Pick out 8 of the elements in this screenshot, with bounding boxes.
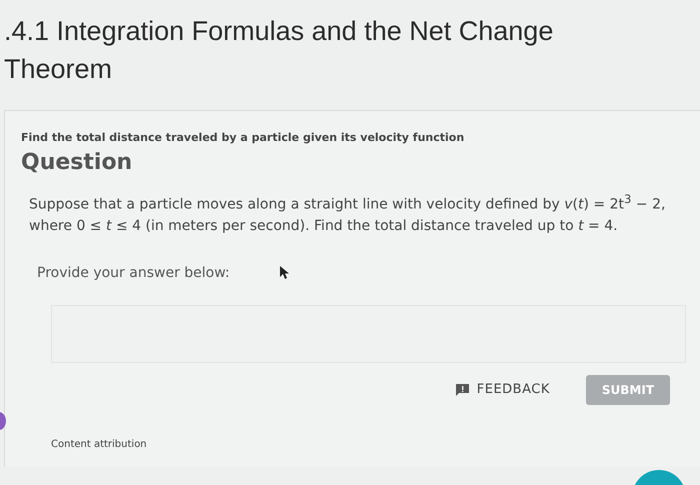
comment-icon <box>456 384 469 396</box>
feedback-button[interactable]: FEEDBACK <box>450 381 556 398</box>
mouse-pointer-icon <box>280 266 289 280</box>
page-title: .4.1 Integration Formulas and the Net Change Theorem <box>4 15 554 86</box>
answer-prompt: Provide your answer below: <box>37 264 230 281</box>
content-attribution-link[interactable]: Content attribution <box>51 438 700 450</box>
question-heading: Question <box>21 150 134 175</box>
question-subtitle: Find the total distance traveled by a particle given its velocity function <box>21 131 466 144</box>
